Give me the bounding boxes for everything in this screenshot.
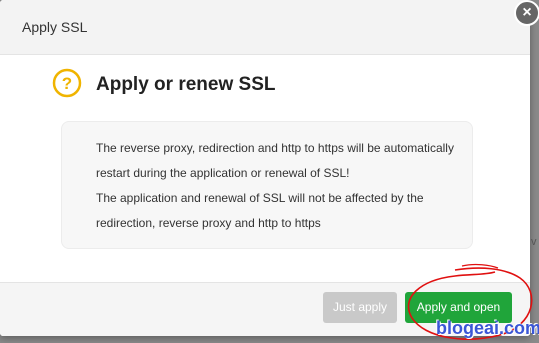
background-text: v: [531, 236, 537, 248]
watermark-logo: blogeai.com: [436, 318, 539, 338]
question-glyph: ?: [62, 74, 72, 93]
question-icon: ?: [52, 68, 82, 98]
message-line: The application and renewal of SSL will …: [96, 191, 424, 205]
apply-ssl-dialog: Apply SSL ? Apply or renew SSL The rever…: [0, 0, 530, 336]
just-apply-button[interactable]: Just apply: [323, 292, 397, 323]
message-line: The reverse proxy, redirection and http …: [96, 141, 454, 155]
message-line: restart during the application or renewa…: [96, 166, 350, 180]
message-line: redirection, reverse proxy and http to h…: [96, 216, 321, 230]
close-icon[interactable]: ×: [514, 0, 539, 26]
info-message-box: The reverse proxy, redirection and http …: [61, 121, 473, 249]
dialog-title: Apply SSL: [22, 19, 88, 35]
dialog-header: Apply SSL: [0, 0, 530, 55]
dialog-heading: Apply or renew SSL: [96, 74, 276, 95]
